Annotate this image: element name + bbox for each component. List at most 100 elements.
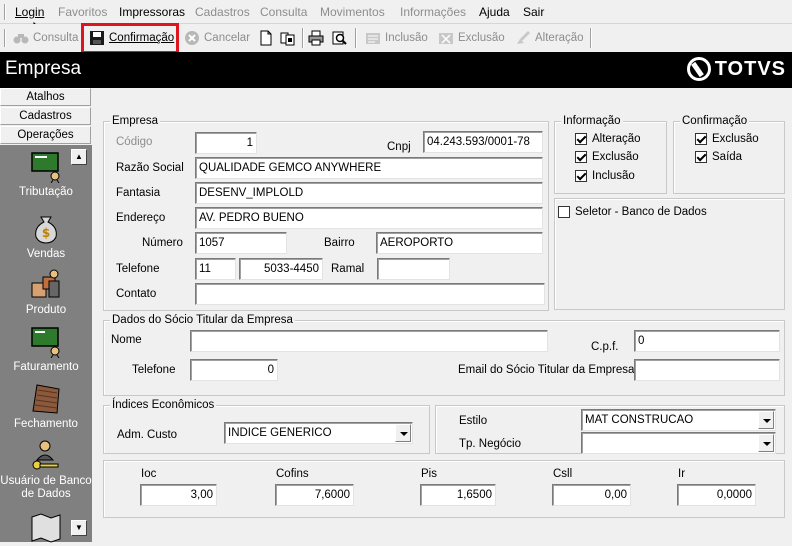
ddd-field[interactable]: 11 [195,258,236,280]
ioc-label: Ioc [141,468,157,480]
adm-custo-select[interactable]: INDICE GENERICO [224,422,413,444]
informacao-exclusao-label: Exclusão [592,151,639,163]
inclusao-button[interactable]: Inclusão [362,27,431,49]
informacao-inclusao-checkbox[interactable]: Inclusão [575,170,635,182]
nav-shortcut-next[interactable] [0,509,92,546]
ioc-field[interactable]: 3,00 [140,484,217,506]
fantasia-field[interactable]: DESENV_IMPLOLD [195,182,543,204]
estilo-value: MAT CONSTRUCAO [585,414,694,426]
nav-tab-cadastros[interactable]: Cadastros [0,107,91,125]
indices-group-title: Índices Econômicos [110,398,217,412]
socio-cpf-label: C.p.f. [591,341,619,353]
endereco-label: Endereço [116,212,166,224]
menu-informacoes[interactable]: Informações [400,5,466,19]
nav-tab-operacoes[interactable]: Operações [0,126,91,144]
binoculars-icon [13,34,29,44]
nav-shortcut-vendas[interactable]: $ Vendas [0,211,92,261]
cancel-icon [185,31,199,45]
cnpj-field[interactable]: 04.243.593/0001-78 [423,131,543,153]
numero-field[interactable]: 1057 [195,232,287,254]
nav-shortcut-tributacao[interactable]: Tributação [0,149,92,199]
ir-field[interactable]: 0,0000 [677,484,756,506]
menu-bar: Login Favoritos Impressoras Cadastros Co… [0,0,792,40]
adm-custo-value: INDICE GENERICO [228,427,332,439]
toolbar-grip [4,29,6,47]
tp-negocio-label: Tp. Negócio [459,438,522,450]
chevron-down-icon[interactable] [758,434,774,452]
billing-board-icon [31,327,60,358]
bairro-label: Bairro [324,237,355,249]
print-button[interactable] [305,27,327,49]
print-preview-button[interactable] [328,27,350,49]
nav-shortcut-label: Faturamento [13,361,79,373]
nav-shortcut-usuario-banco[interactable]: Usuário de Banco de Dados [0,438,92,501]
socio-cpf-field[interactable]: 0 [634,330,780,352]
cancelar-button[interactable]: Cancelar [181,27,253,49]
menu-favoritos[interactable]: Favoritos [58,5,107,19]
fantasia-label: Fantasia [116,187,161,199]
consulta-button[interactable]: Consulta [10,27,81,49]
chevron-down-icon[interactable] [395,424,411,442]
menu-login[interactable]: Login [15,5,44,19]
csll-label: Csll [553,468,573,480]
socio-nome-label: Nome [111,334,142,346]
socio-telefone-label: Telefone [132,364,176,376]
nav-shortcut-fechamento[interactable]: Fechamento [0,381,92,431]
money-bag-icon: $ [35,216,57,244]
razao-social-field[interactable]: QUALIDADE GEMCO ANYWHERE [195,157,543,179]
toolbar-separator [355,28,357,48]
checkbox-checked-icon [695,151,707,163]
confirmacao-saida-label: Saída [712,151,743,163]
seletor-banco-checkbox[interactable]: Seletor - Banco de Dados [558,206,707,218]
inclusao-label: Inclusão [385,32,428,44]
informacao-group-title: Informação [561,114,623,128]
checkbox-checked-icon [575,133,587,145]
map-icon [31,513,61,543]
endereco-field[interactable]: AV. PEDRO BUENO [195,207,543,229]
estilo-select[interactable]: MAT CONSTRUCAO [581,409,776,431]
telefone-field[interactable]: 5033-4450 [239,258,323,280]
ramal-field[interactable] [377,258,450,280]
copy-document-button[interactable] [277,27,299,49]
alteracao-button[interactable]: Alteração [512,27,587,49]
socio-nome-field[interactable] [190,330,548,352]
tp-negocio-select[interactable] [581,432,776,454]
new-document-button[interactable] [255,27,277,49]
cofins-field[interactable]: 7,6000 [275,484,354,506]
confirmacao-saida-checkbox[interactable]: Saída [695,151,742,163]
nav-shortcut-label: Produto [25,304,67,316]
informacao-alteracao-checkbox[interactable]: Alteração [575,133,641,145]
socio-telefone-field[interactable]: 0 [190,359,278,381]
empresa-group-title: Empresa [110,114,161,128]
nav-shortcut-produto[interactable]: Produto [0,267,92,317]
codigo-field[interactable]: 1 [195,132,257,154]
razao-social-label: Razão Social [116,162,184,174]
menu-consulta[interactable]: Consulta [260,5,307,19]
cofins-label: Cofins [276,468,309,480]
contato-field[interactable] [195,283,545,305]
pis-field[interactable]: 1,6500 [420,484,496,506]
exclusao-button[interactable]: Exclusão [435,27,508,49]
menu-impressoras[interactable]: Impressoras [119,5,185,19]
bairro-field[interactable]: AEROPORTO [376,232,543,254]
nav-shortcut-panel: ▲ ▼ Tributação $ Vendas Produto Faturame… [0,145,92,543]
csll-field[interactable]: 0,00 [552,484,631,506]
left-navigation: Atalhos Cadastros Operações ▲ ▼ Tributaç… [0,88,92,543]
menu-sair[interactable]: Sair [523,5,544,19]
chevron-down-icon[interactable] [758,411,774,429]
numero-label: Número [142,237,183,249]
menu-ajuda[interactable]: Ajuda [479,5,510,19]
confirmacao-exclusao-checkbox[interactable]: Exclusão [695,133,759,145]
telefone-label: Telefone [116,263,160,275]
codigo-label: Código [116,136,153,148]
informacao-exclusao-checkbox[interactable]: Exclusão [575,151,639,163]
checkbox-checked-icon [575,151,587,163]
nav-shortcut-faturamento[interactable]: Faturamento [0,324,92,374]
nav-tab-atalhos[interactable]: Atalhos [0,88,91,106]
pis-label: Pis [421,468,437,480]
menu-movimentos[interactable]: Movimentos [320,5,385,19]
socio-email-field[interactable] [634,359,780,381]
confirmacao-highlight-box [81,23,179,54]
menu-cadastros[interactable]: Cadastros [195,5,250,19]
copy-document-icon [280,32,295,46]
